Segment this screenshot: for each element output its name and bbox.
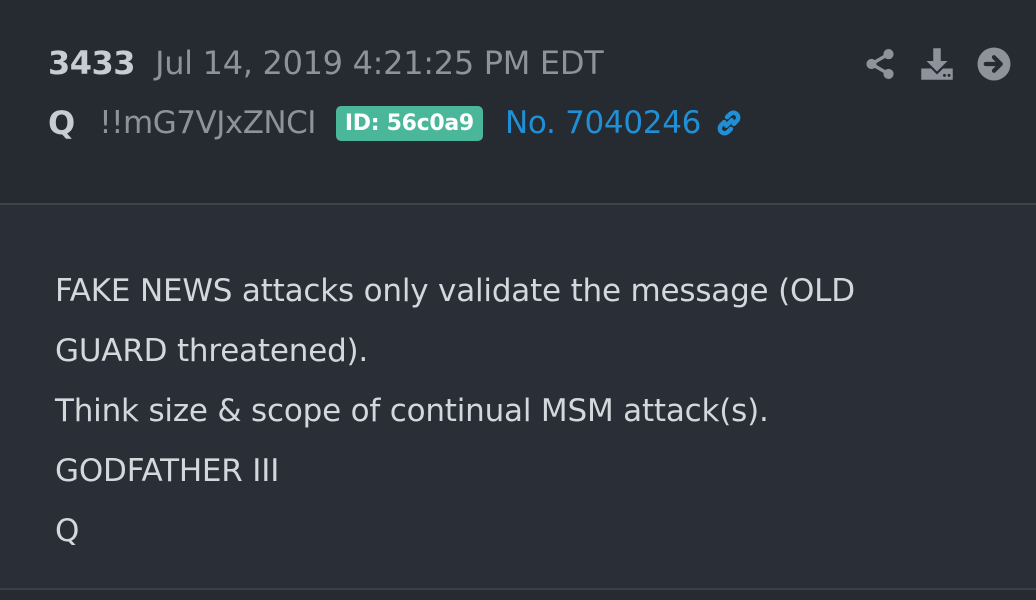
header-divider xyxy=(0,203,1036,205)
post-body-line: Think size & scope of continual MSM atta… xyxy=(55,393,769,429)
post-timestamp: Jul 14, 2019 4:21:25 PM EDT xyxy=(155,44,604,82)
link-icon[interactable] xyxy=(711,105,747,141)
post-body-line: GUARD threatened). xyxy=(55,333,369,369)
post-meta-row: 3433 Jul 14, 2019 4:21:25 PM EDT xyxy=(48,44,604,82)
id-badge: ID: 56c0a9 xyxy=(335,105,483,141)
post-body-line: FAKE NEWS attacks only validate the mess… xyxy=(55,273,855,309)
post-body: FAKE NEWS attacks only validate the mess… xyxy=(55,261,1005,561)
post-link[interactable]: No. 7040246 xyxy=(505,105,747,141)
share-icon[interactable] xyxy=(860,44,900,84)
post-header: 3433 Jul 14, 2019 4:21:25 PM EDT Q !!mG7… xyxy=(0,0,1036,203)
post-link-label: No. 7040246 xyxy=(504,105,702,141)
post-body-line: Q xyxy=(55,513,80,549)
post-card: 3433 Jul 14, 2019 4:21:25 PM EDT Q !!mG7… xyxy=(0,0,1036,600)
post-tripcode: !!mG7VJxZNCI xyxy=(99,105,316,141)
post-body-line: GODFATHER III xyxy=(55,453,280,489)
post-actions xyxy=(843,44,1014,84)
arrow-right-circle-icon[interactable] xyxy=(974,44,1014,84)
post-number: 3433 xyxy=(48,44,136,82)
post-footer-divider xyxy=(0,588,1036,600)
download-icon[interactable] xyxy=(917,44,957,84)
post-author-row: Q !!mG7VJxZNCI ID: 56c0a9 No. 7040246 xyxy=(48,104,747,142)
post-author: Q xyxy=(48,104,76,142)
